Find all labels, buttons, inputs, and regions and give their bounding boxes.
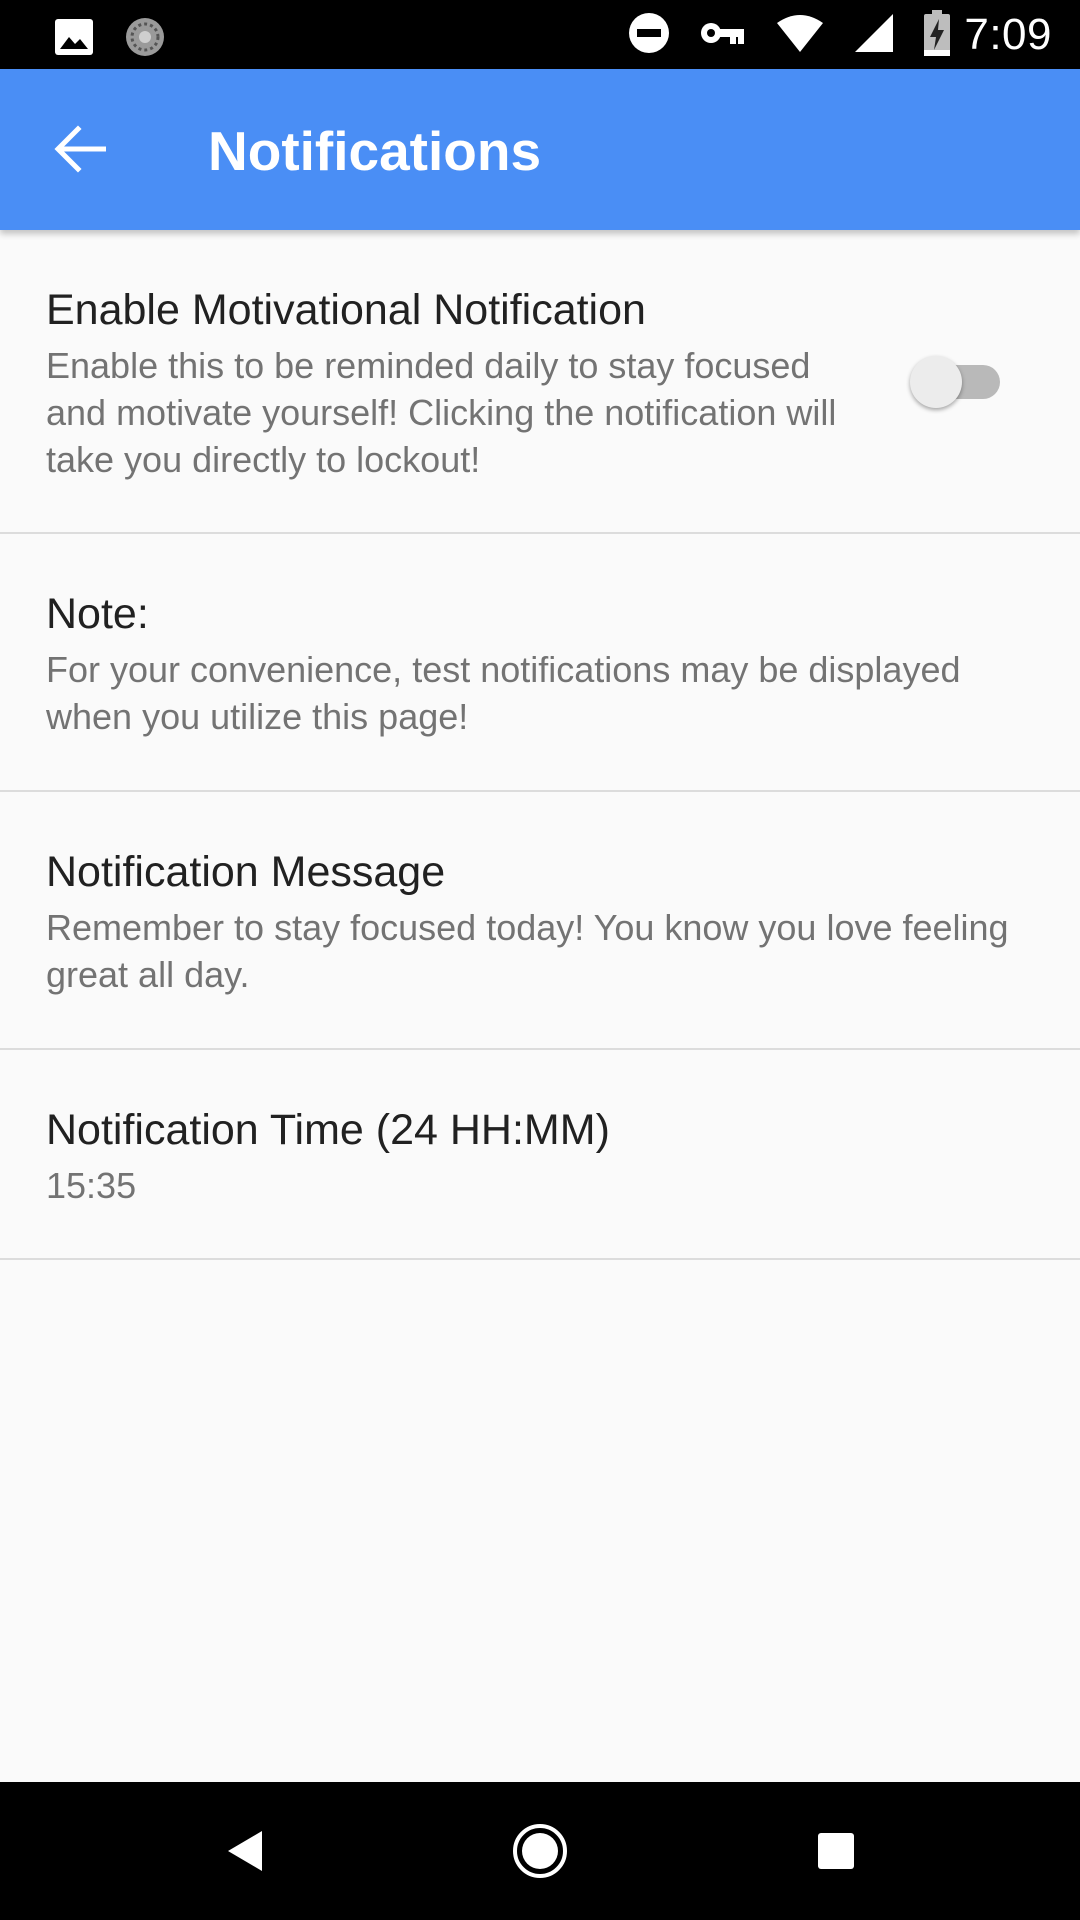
notification-message-setting[interactable]: Notification Message Remember to stay fo…: [0, 792, 1080, 1050]
arrow-back-icon: [54, 125, 106, 173]
back-button[interactable]: [40, 109, 120, 189]
setting-title: Note:: [46, 590, 149, 638]
status-time: 7:09: [964, 10, 1052, 59]
setting-summary: 15:35: [46, 1165, 137, 1206]
nav-recents-button[interactable]: [801, 1816, 871, 1886]
switch-thumb: [910, 356, 962, 408]
notification-time-setting[interactable]: Notification Time (24 HH:MM) 15:35: [0, 1050, 1080, 1260]
motivational-notification-setting[interactable]: Enable Motivational Notification Enable …: [0, 230, 1080, 534]
setting-summary: Remember to stay focused today! You know…: [46, 907, 1009, 995]
settings-list: Enable Motivational Notification Enable …: [0, 230, 1080, 1260]
wifi-icon: [776, 13, 824, 58]
image-icon: [54, 18, 94, 61]
nav-back-icon: [228, 1831, 262, 1871]
motivational-notification-toggle[interactable]: [910, 348, 1002, 412]
nav-back-button[interactable]: [209, 1816, 279, 1886]
do-not-disturb-icon: [628, 12, 670, 59]
navigation-bar: [0, 1782, 1080, 1920]
status-bar-right: 7:09: [628, 8, 1052, 62]
nav-home-icon: [513, 1824, 567, 1878]
app-bar: Notifications: [0, 69, 1080, 230]
setting-title: Notification Message: [46, 848, 446, 896]
setting-summary: For your convenience, test notifications…: [46, 649, 961, 737]
setting-title: Notification Time (24 HH:MM): [46, 1106, 610, 1154]
vpn-key-icon: [700, 18, 746, 53]
status-bar-left: [54, 16, 196, 63]
status-bar: 7:09: [0, 0, 1080, 69]
nav-home-button[interactable]: [505, 1816, 575, 1886]
setting-summary: Enable this to be reminded daily to stay…: [46, 345, 837, 480]
note-setting: Note: For your convenience, test notific…: [0, 534, 1080, 792]
battery-charging-icon: [924, 9, 951, 61]
page-title: Notifications: [208, 120, 542, 182]
sync-icon: [124, 16, 166, 63]
nav-recents-icon: [818, 1833, 854, 1869]
setting-title: Enable Motivational Notification: [46, 286, 646, 334]
signal-icon: [854, 13, 894, 58]
